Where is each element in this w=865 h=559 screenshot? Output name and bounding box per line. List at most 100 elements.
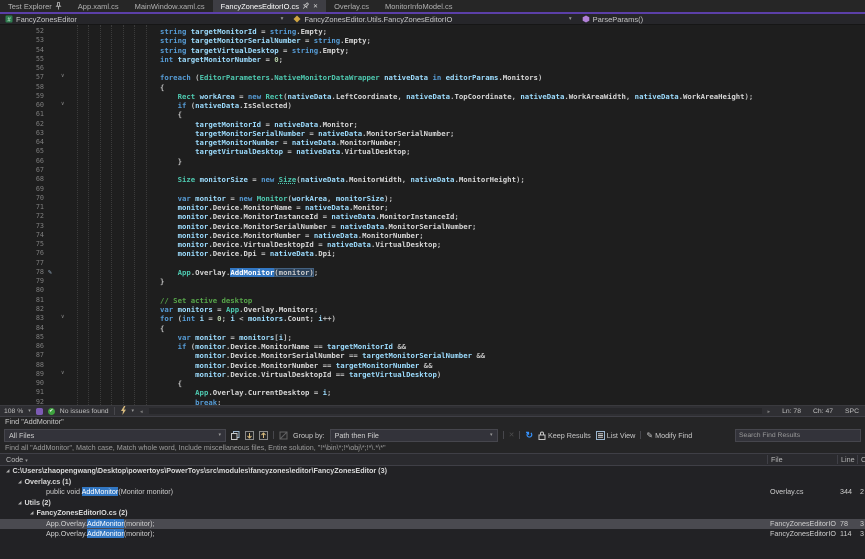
tree-expander-icon[interactable]: ◢ xyxy=(18,479,21,484)
code-line-92: 92 break; xyxy=(0,398,865,405)
result-group-row[interactable]: ◢FancyZonesEditorIO.cs (2) xyxy=(0,508,865,519)
code-line-64: 64 targetMonitorNumber = nativeData.Moni… xyxy=(0,138,865,147)
line-number: 74 xyxy=(0,231,44,240)
glyph-margin xyxy=(44,398,74,405)
column-header-file[interactable]: File xyxy=(767,455,840,464)
tree-expander-icon[interactable]: ◢ xyxy=(18,500,21,505)
code-text: } xyxy=(74,277,164,286)
code-cleanup-icon[interactable] xyxy=(120,406,127,417)
result-group-row[interactable]: ◢Utils (2) xyxy=(0,498,865,509)
chevron-down-icon[interactable]: ▾ xyxy=(277,16,284,22)
pin-icon[interactable] xyxy=(55,2,62,10)
search-find-results-input[interactable] xyxy=(735,429,861,442)
zoom-level[interactable]: 108 % xyxy=(4,408,23,415)
horizontal-scrollbar[interactable] xyxy=(149,408,762,414)
code-text: var monitors = App.Overlay.Monitors; xyxy=(74,305,318,314)
issues-status[interactable]: No issues found xyxy=(60,408,109,415)
code-text: monitor.Device.MonitorNumber = nativeDat… xyxy=(74,231,424,240)
zoom-dropdown-icon[interactable]: ▾ xyxy=(28,408,31,414)
glyph-margin xyxy=(44,194,74,203)
spaces-indicator[interactable]: SPC xyxy=(845,408,859,415)
code-text: var monitor = monitors[i]; xyxy=(74,333,292,342)
line-number: 78 xyxy=(0,268,44,277)
chevron-down-icon[interactable]: ▾ xyxy=(565,16,572,22)
class-icon xyxy=(293,15,301,23)
glyph-margin xyxy=(44,379,74,388)
column-header-code[interactable]: Code ▾ xyxy=(6,455,28,464)
result-line: 344 xyxy=(840,487,856,498)
tab-Test Explorer[interactable]: Test Explorer xyxy=(0,0,70,12)
fold-collapse-icon[interactable]: ∨ xyxy=(61,369,64,378)
code-line-66: 66 } xyxy=(0,157,865,166)
glyph-margin xyxy=(44,55,74,64)
result-col: 3 xyxy=(860,519,865,530)
tab-label: Overlay.cs xyxy=(334,2,369,11)
tree-expander-icon[interactable]: ◢ xyxy=(6,468,9,473)
tab-App.xaml.cs[interactable]: App.xaml.cs xyxy=(70,0,127,12)
refresh-results-icon[interactable]: ↻ xyxy=(525,431,533,440)
code-editor[interactable]: 52string targetMonitorId = string.Empty;… xyxy=(0,25,865,405)
scroll-right-icon[interactable]: ► xyxy=(767,409,771,414)
fold-collapse-icon[interactable]: ∨ xyxy=(61,100,64,109)
code-line-60: 60∨ if (nativeData.IsSelected) xyxy=(0,101,865,110)
editor-status-bar: 108 % ▾ ✔ No issues found ▾ ◄ ► Ln: 78 C… xyxy=(0,405,865,416)
modify-find-button[interactable]: ✎ Modify Find xyxy=(646,431,692,440)
result-group-row[interactable]: ◢C:\Users\zhaopengwang\Desktop\powertoys… xyxy=(0,466,865,477)
tab-Overlay.cs[interactable]: Overlay.cs xyxy=(326,0,377,12)
tab-MainWindow.xaml.cs[interactable]: MainWindow.xaml.cs xyxy=(127,0,213,12)
list-view-button[interactable]: List View xyxy=(596,431,636,440)
column-header-col[interactable]: C xyxy=(857,455,865,464)
breadcrumb-project-dropdown[interactable]: # FancyZonesEditor ▾ xyxy=(0,15,288,24)
scope-combobox[interactable]: All Files ▾ xyxy=(4,429,226,442)
result-match-row[interactable]: App.Overlay.AddMonitor(monitor);FancyZon… xyxy=(0,519,865,530)
navigation-bar: # FancyZonesEditor ▾ FancyZonesEditor.Ut… xyxy=(0,14,865,25)
expand-all-icon[interactable] xyxy=(245,431,254,440)
result-match-row[interactable]: App.Overlay.AddMonitor(monitor);FancyZon… xyxy=(0,529,865,540)
cursor-line-indicator[interactable]: Ln: 78 xyxy=(782,408,801,415)
collapse-all-icon[interactable] xyxy=(259,431,268,440)
copy-results-icon[interactable] xyxy=(231,431,240,440)
breadcrumb-member-dropdown[interactable]: ParseParams() xyxy=(577,15,865,24)
line-number: 63 xyxy=(0,129,44,138)
pin-icon[interactable] xyxy=(302,2,309,10)
code-text: } xyxy=(74,157,182,166)
line-number: 87 xyxy=(0,351,44,360)
glyph-margin xyxy=(44,129,74,138)
code-line-79: 79} xyxy=(0,277,865,286)
scroll-left-icon[interactable]: ◄ xyxy=(139,409,143,414)
tab-FancyZonesEditorIO.cs[interactable]: FancyZonesEditorIO.cs✕ xyxy=(213,0,326,12)
line-number: 64 xyxy=(0,138,44,147)
divider xyxy=(640,431,641,439)
document-health-icon[interactable] xyxy=(36,408,43,415)
line-number: 89 xyxy=(0,370,44,379)
cursor-column-indicator[interactable]: Ch: 47 xyxy=(813,408,833,415)
code-line-85: 85 var monitor = monitors[i]; xyxy=(0,333,865,342)
result-col: 2 xyxy=(860,487,865,498)
close-icon[interactable]: ✕ xyxy=(313,3,318,10)
result-match-row[interactable]: public void AddMonitor(Monitor monitor)O… xyxy=(0,487,865,498)
result-text: ◢Overlay.cs (1) xyxy=(0,477,765,488)
line-number: 83 xyxy=(0,314,44,323)
tab-MonitorInfoModel.cs[interactable]: MonitorInfoModel.cs xyxy=(377,0,461,12)
glyph-margin xyxy=(44,175,74,184)
code-line-90: 90 { xyxy=(0,379,865,388)
tree-expander-icon[interactable]: ◢ xyxy=(30,510,33,515)
breadcrumb-type-dropdown[interactable]: FancyZonesEditor.Utils.FancyZonesEditorI… xyxy=(288,15,576,24)
code-line-55: 55int targetMonitorNumber = 0; xyxy=(0,55,865,64)
group-by-combobox[interactable]: Path then File ▾ xyxy=(330,429,498,442)
csharp-project-icon: # xyxy=(5,15,13,23)
tab-label: MonitorInfoModel.cs xyxy=(385,2,453,11)
result-group-row[interactable]: ◢Overlay.cs (1) xyxy=(0,477,865,488)
code-line-69: 69 xyxy=(0,185,865,194)
fold-collapse-icon[interactable]: ∨ xyxy=(61,72,64,81)
fold-collapse-icon[interactable]: ∨ xyxy=(61,313,64,322)
code-line-61: 61 { xyxy=(0,110,865,119)
glyph-margin xyxy=(44,286,74,295)
code-cleanup-dropdown-icon[interactable]: ▾ xyxy=(132,408,135,414)
match-highlight: AddMonitor xyxy=(82,487,119,496)
glyph-margin xyxy=(44,231,74,240)
issues-check-icon: ✔ xyxy=(48,408,55,415)
keep-results-button[interactable]: Keep Results xyxy=(538,431,591,440)
code-line-86: 86 if (monitor.Device.MonitorName == tar… xyxy=(0,342,865,351)
code-text: int targetMonitorNumber = 0; xyxy=(74,55,283,64)
